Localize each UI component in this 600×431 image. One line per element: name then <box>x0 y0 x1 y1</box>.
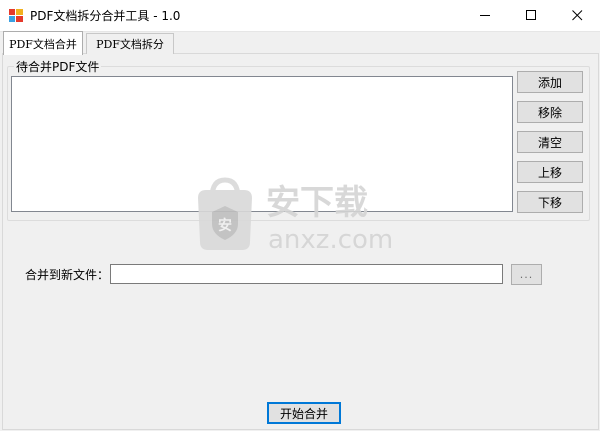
window-title: PDF文档拆分合并工具 - 1.0 <box>30 9 181 23</box>
output-file-input[interactable] <box>110 264 503 284</box>
close-icon <box>571 10 582 21</box>
pending-files-list[interactable] <box>11 76 513 212</box>
move-up-button[interactable]: 上移 <box>517 161 583 183</box>
maximize-button[interactable] <box>508 0 554 31</box>
close-button[interactable] <box>554 0 600 31</box>
tab-pdf-merge[interactable]: PDF文档合并 <box>3 31 83 55</box>
pending-files-label: 待合并PDF文件 <box>14 58 102 75</box>
minimize-icon <box>479 15 490 16</box>
tab-pdf-split[interactable]: PDF文档拆分 <box>86 33 174 54</box>
add-button[interactable]: 添加 <box>517 71 583 93</box>
minimize-button[interactable] <box>462 0 508 31</box>
app-window: PDF文档拆分合并工具 - 1.0 PDF文档合并 PDF文档拆分 待合并PDF… <box>0 0 600 431</box>
maximize-icon <box>525 10 536 20</box>
clear-button[interactable]: 清空 <box>517 131 583 153</box>
browse-button[interactable]: ... <box>511 264 542 285</box>
title-bar: PDF文档拆分合并工具 - 1.0 <box>0 0 600 32</box>
start-merge-button[interactable]: 开始合并 <box>267 402 341 424</box>
output-file-label: 合并到新文件： <box>25 268 110 282</box>
remove-button[interactable]: 移除 <box>517 101 583 123</box>
app-icon <box>9 9 23 22</box>
move-down-button[interactable]: 下移 <box>517 191 583 213</box>
